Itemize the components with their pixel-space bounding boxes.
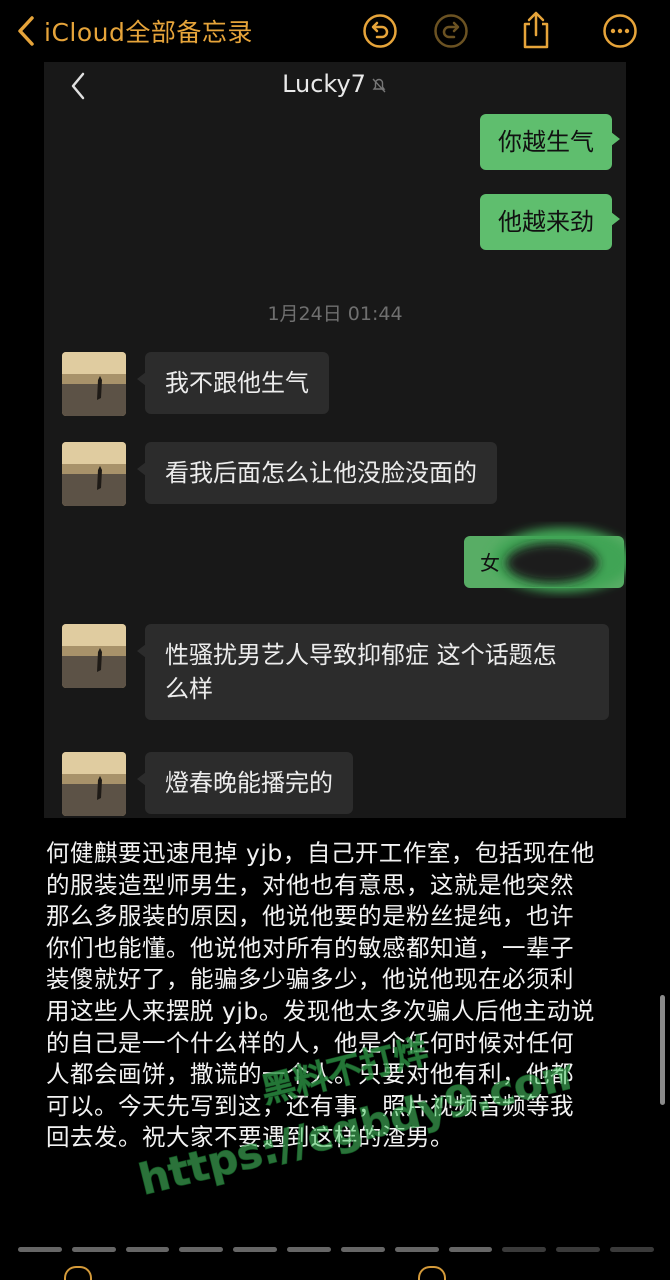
bottom-progress-strip: [18, 1247, 654, 1255]
message-bubble-incoming: 燈春晚能播完的: [137, 752, 353, 814]
note-line: 用这些人来摆脱 yjb。发现他太多次骗人后他主动说: [46, 996, 595, 1025]
note-line: 何健麒要迅速甩掉 yjb，自己开工作室，包括现在他: [46, 839, 595, 867]
note-line: 回去发。祝大家不要遇到这样的渣男。: [46, 1123, 454, 1152]
contact-avatar: [62, 624, 126, 688]
undo-icon[interactable]: [362, 13, 398, 49]
back-button[interactable]: iCloud全部备忘录: [14, 12, 253, 50]
note-line: 的自己是一个什么样的人，他是个任何时候对任何: [46, 1028, 574, 1057]
top-navigation-bar: iCloud全部备忘录: [0, 0, 670, 62]
message-bubble-outgoing: 他越来劲: [480, 194, 620, 250]
chat-screenshot-image: Lucky7 你越生气 他越来劲 1月24日 01:44 我不跟他生气 看我后面…: [44, 62, 626, 818]
redacted-message: 女: [464, 528, 626, 592]
note-line: 可以。今天先写到这，还有事，照片视频音频等我: [46, 1091, 574, 1120]
chat-title: Lucky7: [44, 70, 626, 98]
message-line: 么样: [165, 675, 213, 703]
note-line: 那么多服装的原因，他说他要的是粉丝提纯，也许: [46, 902, 574, 931]
message-bubble-incoming: 我不跟他生气: [137, 352, 329, 414]
note-body-text[interactable]: 何健麒要迅速甩掉 yjb，自己开工作室，包括现在他 的服装造型师男生，对他也有意…: [46, 838, 626, 1154]
chevron-left-icon: [18, 16, 34, 46]
message-bubble-incoming: 性骚扰男艺人导致抑郁症 这个话题怎 么样: [137, 624, 609, 720]
note-line: 人都会画饼，撒谎的一个人。只要对他有利，他都: [46, 1060, 574, 1089]
contact-avatar: [62, 752, 126, 816]
bottom-toolbar-icon[interactable]: [64, 1266, 92, 1280]
share-icon[interactable]: [518, 10, 554, 50]
bottom-toolbar-icon[interactable]: [418, 1266, 446, 1280]
chat-timestamp: 1月24日 01:44: [267, 303, 403, 325]
back-button-label: iCloud全部备忘录: [44, 18, 253, 47]
chat-contact-name: Lucky7: [282, 70, 366, 98]
muted-bell-icon: [372, 78, 386, 93]
message-bubble-incoming: 看我后面怎么让他没脸没面的: [137, 442, 497, 504]
scrollbar[interactable]: [660, 995, 665, 1105]
redacted-message-text: 女: [480, 551, 500, 575]
contact-avatar: [62, 352, 126, 416]
message-bubble-outgoing: 你越生气: [480, 114, 620, 170]
message-line: 性骚扰男艺人导致抑郁症 这个话题怎: [165, 641, 557, 669]
note-line: 装傻就好了，能骗多少骗多少，他说他现在必须利: [46, 965, 574, 994]
redo-icon[interactable]: [433, 13, 469, 49]
note-line: 的服装造型师男生，对他也有意思，这就是他突然: [46, 870, 574, 899]
contact-avatar: [62, 442, 126, 506]
more-icon[interactable]: [602, 13, 638, 49]
note-line: 你们也能懂。他说他对所有的敏感都知道，一辈子: [46, 933, 574, 962]
